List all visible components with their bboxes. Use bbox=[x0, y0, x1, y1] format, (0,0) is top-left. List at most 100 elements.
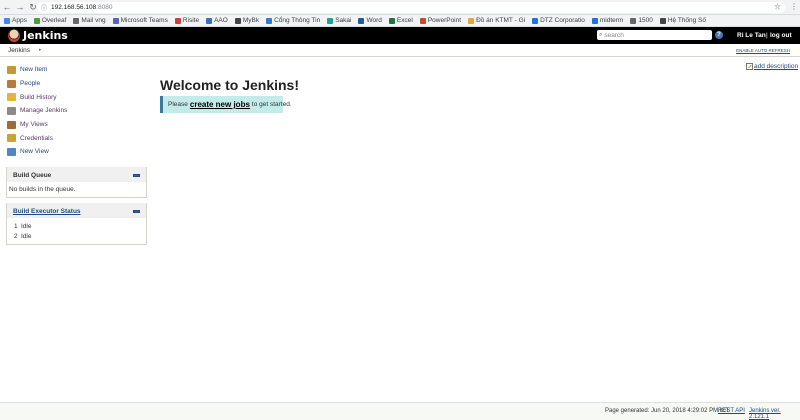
task-label: My Views bbox=[20, 121, 48, 129]
user-link[interactable]: Ri Le Tan bbox=[737, 32, 766, 39]
search-placeholder: search bbox=[604, 31, 624, 39]
breadcrumb: Jenkins ▸ ENABLE AUTO REFRESH bbox=[0, 44, 800, 57]
bookmark-item[interactable]: Microsoft Teams bbox=[112, 17, 168, 24]
my-views-icon bbox=[7, 120, 16, 129]
task-my-views[interactable]: My Views bbox=[7, 118, 152, 132]
bookmark-favicon-icon bbox=[419, 17, 426, 24]
task-label: Build History bbox=[20, 93, 57, 101]
bookmark-label: Apps bbox=[12, 17, 27, 24]
task-people[interactable]: People bbox=[7, 77, 152, 91]
search-icon: ⌕ bbox=[599, 31, 603, 38]
build-history-icon bbox=[7, 93, 16, 102]
bookmark-favicon-icon bbox=[206, 17, 213, 24]
task-new-item[interactable]: New Item bbox=[7, 63, 152, 77]
bookmark-label: Mail vng bbox=[81, 17, 106, 24]
jenkins-version-link[interactable]: Jenkins ver. 2.121.1 bbox=[749, 408, 800, 420]
bookmark-favicon-icon bbox=[266, 17, 273, 24]
executor-status-title[interactable]: Build Executor Status bbox=[13, 208, 81, 215]
info-box: Please create new jobs to get started. bbox=[160, 96, 292, 113]
bookmark-label: Đồ án KTMT - Gi bbox=[476, 17, 526, 24]
bookmark-item[interactable]: midterm bbox=[591, 17, 624, 24]
bookmark-item[interactable]: Sakai bbox=[327, 17, 351, 24]
bookmark-item[interactable]: Mail vng bbox=[73, 17, 106, 24]
enable-auto-refresh-link[interactable]: ENABLE AUTO REFRESH bbox=[736, 48, 790, 53]
info-prefix: Please bbox=[168, 101, 188, 108]
credentials-icon bbox=[7, 134, 16, 143]
bookmark-label: PowerPoint bbox=[427, 17, 462, 24]
task-label: New Item bbox=[20, 66, 48, 74]
executor-status-header: Build Executor Status bbox=[7, 203, 146, 218]
executor-row: 2 Idle bbox=[7, 232, 146, 243]
bookmark-favicon-icon bbox=[630, 17, 637, 24]
bookmark-favicon-icon bbox=[112, 17, 119, 24]
bookmark-item[interactable]: AAO bbox=[206, 17, 228, 24]
bookmark-label: midterm bbox=[599, 17, 624, 24]
bookmark-item[interactable]: DTZ Corporatio bbox=[532, 17, 585, 24]
task-new-view[interactable]: New View bbox=[7, 145, 152, 159]
back-arrow-icon[interactable]: ← bbox=[1, 1, 13, 13]
bookmark-item[interactable]: Excel bbox=[388, 17, 413, 24]
bookmark-favicon-icon bbox=[532, 17, 539, 24]
bookmark-item[interactable]: Word bbox=[358, 17, 382, 24]
executor-row: 1 Idle bbox=[7, 221, 146, 232]
breadcrumb-arrow-icon[interactable]: ▸ bbox=[39, 47, 42, 53]
bookmark-item[interactable]: Overleaf bbox=[33, 17, 66, 24]
forward-arrow-icon[interactable]: → bbox=[14, 1, 26, 13]
bookmark-favicon-icon bbox=[358, 17, 365, 24]
header-separator: | bbox=[766, 32, 768, 39]
executor-number: 2 bbox=[14, 233, 18, 241]
people-icon bbox=[7, 79, 16, 88]
collapse-icon[interactable] bbox=[133, 209, 140, 213]
bookmark-label: 1500 bbox=[638, 17, 653, 24]
search-input[interactable]: ⌕ search bbox=[597, 30, 712, 40]
info-icon[interactable]: ⓘ bbox=[41, 3, 47, 12]
bookmarks-bar: Apps Overleaf Mail vng Microsoft Teams Risit… bbox=[0, 15, 800, 27]
bookmark-item[interactable]: Cổng Thông Tin bbox=[266, 17, 320, 24]
task-label: Manage Jenkins bbox=[20, 107, 68, 115]
task-manage-jenkins[interactable]: Manage Jenkins bbox=[7, 104, 152, 118]
executor-status: Idle bbox=[21, 222, 32, 230]
bookmark-favicon-icon bbox=[73, 17, 80, 24]
bookmark-favicon-icon bbox=[591, 17, 598, 24]
bookmark-star-icon[interactable]: ☆ bbox=[774, 2, 781, 11]
info-suffix: to get started. bbox=[251, 101, 292, 108]
bookmark-item[interactable]: MyBk bbox=[234, 17, 259, 24]
address-bar[interactable]: ⓘ 192.168.56.108:8080 ☆ bbox=[37, 2, 785, 13]
breadcrumb-jenkins[interactable]: Jenkins bbox=[8, 47, 30, 54]
bookmark-favicon-icon bbox=[327, 17, 334, 24]
bookmark-label: Sakai bbox=[335, 17, 352, 24]
side-tasks: New Item People Build History Manage Jenkin… bbox=[7, 63, 152, 159]
task-build-history[interactable]: Build History bbox=[7, 90, 152, 104]
edit-note-icon bbox=[746, 63, 753, 70]
add-description-label: add description bbox=[754, 63, 799, 70]
task-credentials[interactable]: Credentials bbox=[7, 131, 152, 145]
create-new-jobs-link[interactable]: create new jobs bbox=[190, 100, 250, 109]
jenkins-logo-icon[interactable] bbox=[8, 29, 20, 42]
rest-api-link[interactable]: REST API bbox=[718, 408, 745, 414]
bookmark-item[interactable]: Hệ Thống Số bbox=[659, 17, 707, 24]
bookmark-label: Hệ Thống Số bbox=[667, 17, 707, 24]
bookmark-favicon-icon bbox=[659, 17, 666, 24]
browser-menu-icon[interactable]: ⋮ bbox=[790, 2, 798, 11]
bookmark-favicon-icon bbox=[4, 17, 10, 24]
browser-toolbar: ← → ↻ ⓘ 192.168.56.108:8080 ☆ ⋮ bbox=[0, 0, 800, 15]
jenkins-title[interactable]: Jenkins bbox=[23, 29, 68, 42]
build-queue-header: Build Queue bbox=[7, 167, 146, 182]
bookmark-item[interactable]: Đồ án KTMT - Gi bbox=[468, 17, 525, 24]
bookmark-item[interactable]: PowerPoint bbox=[419, 17, 462, 24]
executor-number: 1 bbox=[14, 222, 18, 230]
bookmark-favicon-icon bbox=[234, 17, 241, 24]
bookmark-item[interactable]: Apps bbox=[4, 17, 27, 24]
task-label: Credentials bbox=[20, 134, 53, 142]
bookmark-label: Excel bbox=[396, 17, 413, 24]
bookmark-item[interactable]: Risite bbox=[174, 17, 200, 24]
logout-link[interactable]: log out bbox=[770, 32, 792, 39]
help-icon[interactable]: ? bbox=[715, 31, 723, 39]
page-title: Welcome to Jenkins! bbox=[160, 77, 300, 93]
bookmark-item[interactable]: 1500 bbox=[630, 17, 653, 24]
bookmark-label: Risite bbox=[182, 17, 200, 24]
manage-jenkins-icon bbox=[7, 106, 16, 115]
add-description-link[interactable]: add description bbox=[746, 63, 798, 70]
bookmark-label: Microsoft Teams bbox=[120, 17, 168, 24]
collapse-icon[interactable] bbox=[133, 173, 140, 177]
